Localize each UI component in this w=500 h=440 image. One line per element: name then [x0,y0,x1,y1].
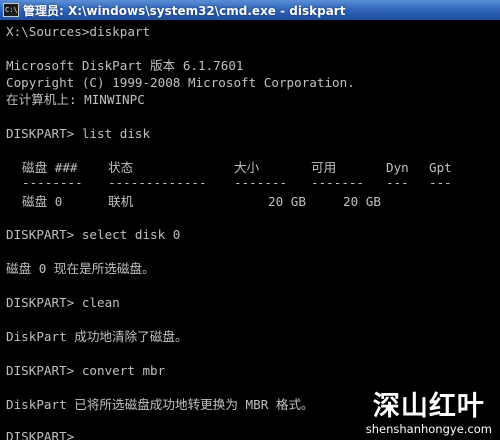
console-line: DISKPART> convert mbr [6,363,166,378]
table-separator: ------- [311,175,365,190]
cmd-icon[interactable]: C:\ [3,3,19,17]
watermark-url: shenshanhongye.com [365,422,492,436]
console-line: 磁盘 0 现在是所选磁盘。 [6,261,155,276]
table-separator: --- [429,175,452,190]
table-separator: ------------- [108,175,207,190]
console-line: X:\Sources>diskpart [6,24,151,39]
table-cell-free: 20 GB [343,194,381,209]
table-separator: ------- [234,175,288,190]
console-line: DiskPart 已将所选磁盘成功地转更换为 MBR 格式。 [6,397,314,412]
watermark-brand: 深山红叶 [372,391,485,422]
console-line: DiskPart 成功地清除了磁盘。 [6,329,188,344]
console-line: 在计算机上: MINWINPC [6,92,145,107]
console-line: Microsoft DiskPart 版本 6.1.7601 [6,58,244,73]
table-cell-size: 20 GB [268,194,306,209]
console-line: DISKPART> select disk 0 [6,227,181,242]
watermark: 深山红叶 shenshanhongye.com [365,391,492,437]
console-line: Copyright (C) 1999-2008 Microsoft Corpor… [6,75,355,90]
console-line: DISKPART> clean [6,295,120,310]
table-cell-status: 联机 [108,194,134,209]
console-output[interactable]: X:\Sources>diskpart Microsoft DiskPart 版… [0,20,500,440]
table-separator: --- [386,175,409,190]
window-title: 管理员: X:\windows\system32\cmd.exe - diskp… [23,3,346,18]
cmd-window: C:\ 管理员: X:\windows\system32\cmd.exe - d… [0,0,500,440]
title-bar[interactable]: C:\ 管理员: X:\windows\system32\cmd.exe - d… [0,0,500,20]
console-line: DISKPART> list disk [6,126,151,141]
table-separator: -------- [22,175,83,190]
console-prompt[interactable]: DISKPART> [6,428,74,440]
table-cell-disk: 磁盘 0 [22,194,63,209]
